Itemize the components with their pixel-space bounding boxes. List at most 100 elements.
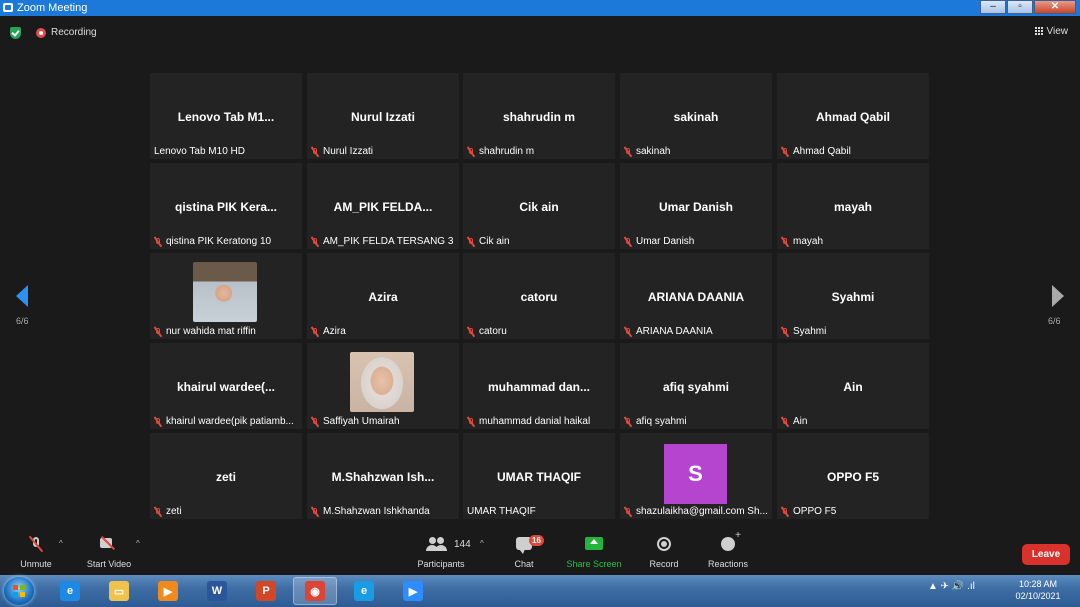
muted-mic-icon <box>467 417 475 427</box>
muted-mic-icon <box>624 507 632 517</box>
powerpoint-icon: P <box>256 581 276 601</box>
reactions-icon <box>721 530 741 551</box>
participant-tile[interactable]: muhammad dan... muhammad danial haikal <box>463 343 615 429</box>
participant-tile[interactable]: Sshazulaikha@gmail.com Sh... <box>620 433 772 519</box>
participant-tile[interactable]: AM_PIK FELDA... AM_PIK FELDA TERSANG 3 <box>307 163 459 249</box>
participant-tile[interactable]: afiq syahmi afiq syahmi <box>620 343 772 429</box>
participant-tile[interactable]: Saffiyah Umairah <box>307 343 459 429</box>
start-video-button[interactable]: Start Video <box>84 525 134 575</box>
muted-mic-icon <box>624 327 632 337</box>
record-icon <box>657 537 671 551</box>
taskbar-chrome-button[interactable]: ◉ <box>293 577 337 605</box>
participant-tile[interactable]: Azira Azira <box>307 253 459 339</box>
participant-display-name: Ain <box>843 380 863 394</box>
participant-tile[interactable]: sakinah sakinah <box>620 73 772 159</box>
participant-name-label: M.Shahzwan Ishkhanda <box>311 506 430 517</box>
participant-name-label: zeti <box>154 506 182 517</box>
taskbar-zoom-button[interactable]: ▶ <box>391 577 435 605</box>
taskbar-clock[interactable]: 10:28 AM 02/10/2021 <box>1008 578 1068 602</box>
maximize-button[interactable]: ▫ <box>1007 0 1033 14</box>
left-page-indicator: 6/6 <box>16 316 29 326</box>
participant-name-text: OPPO F5 <box>793 506 837 517</box>
muted-mic-icon <box>311 147 319 157</box>
participant-name-label: AM_PIK FELDA TERSANG 3 <box>311 236 453 247</box>
participant-name-label: mayah <box>781 236 823 247</box>
participants-button[interactable]: 144 Participants <box>414 525 471 575</box>
participant-display-name: Azira <box>368 290 398 304</box>
taskbar-ie-button[interactable]: e <box>48 577 92 605</box>
leave-button[interactable]: Leave <box>1022 544 1070 565</box>
participant-display-name: Ahmad Qabil <box>815 110 890 124</box>
participant-tile[interactable]: khairul wardee(... khairul wardee(pik pat… <box>150 343 302 429</box>
record-button[interactable]: Record <box>644 525 684 575</box>
muted-mic-icon <box>31 537 41 551</box>
reactions-button[interactable]: Reactions <box>704 525 752 575</box>
muted-mic-icon <box>781 327 789 337</box>
muted-mic-icon <box>781 417 789 427</box>
muted-mic-icon <box>781 237 789 247</box>
zoom-app-icon <box>3 3 13 12</box>
video-options-caret-icon[interactable]: ^ <box>136 539 140 548</box>
participant-name-text: catoru <box>479 326 507 337</box>
participant-tile[interactable]: mayah mayah <box>777 163 929 249</box>
participant-display-name: Cik ain <box>519 200 559 214</box>
unmute-button[interactable]: Unmute <box>14 525 58 575</box>
participant-tile[interactable]: qistina PIK Kera... qistina PIK Keratong … <box>150 163 302 249</box>
right-page-indicator: 6/6 <box>1048 316 1061 326</box>
participant-name-label: Lenovo Tab M10 HD <box>154 146 245 157</box>
participant-tile[interactable]: Syahmi Syahmi <box>777 253 929 339</box>
participant-tile[interactable]: Cik ain Cik ain <box>463 163 615 249</box>
participant-tile[interactable]: nur wahida mat riffin <box>150 253 302 339</box>
participant-tile[interactable]: Nurul Izzati Nurul Izzati <box>307 73 459 159</box>
participants-options-caret-icon[interactable]: ^ <box>480 539 484 548</box>
clock-date: 02/10/2021 <box>1015 591 1061 601</box>
participant-display-name: Syahmi <box>831 290 875 304</box>
participants-icon <box>425 537 446 551</box>
next-page-arrow-icon[interactable] <box>1052 285 1064 307</box>
participant-tile[interactable]: Ahmad Qabil Ahmad Qabil <box>777 73 929 159</box>
taskbar-powerpoint-button[interactable]: P <box>244 577 288 605</box>
muted-mic-icon <box>311 417 319 427</box>
participant-tile[interactable]: OPPO F5 OPPO F5 <box>777 433 929 519</box>
participant-tile[interactable]: catoru catoru <box>463 253 615 339</box>
participant-tile[interactable]: ARIANA DAANIA ARIANA DAANIA <box>620 253 772 339</box>
taskbar-explorer-button[interactable]: ▭ <box>97 577 141 605</box>
taskbar-media-player-button[interactable]: ▶ <box>146 577 190 605</box>
windows-taskbar: e ▭ ▶ W P ◉ e ▶ ▲ ✈ 🔊 .ıl 10:28 AM 02/10/2021 <box>0 575 1080 607</box>
window-controls: – ▫ ✕ <box>979 0 1076 14</box>
chat-button[interactable]: Chat <box>506 525 542 575</box>
participant-display-name: muhammad dan... <box>487 380 591 394</box>
taskbar-edge-button[interactable]: e <box>342 577 386 605</box>
participant-display-name: OPPO F5 <box>826 470 879 484</box>
participant-tile[interactable]: Lenovo Tab M1... Lenovo Tab M10 HD <box>150 73 302 159</box>
participant-name-label: qistina PIK Keratong 10 <box>154 236 271 247</box>
participant-tile[interactable]: zeti zeti <box>150 433 302 519</box>
participant-name-text: UMAR THAQIF <box>467 506 536 517</box>
chat-label: Chat <box>514 559 534 569</box>
participant-display-name: Nurul Izzati <box>350 110 415 124</box>
participant-name-text: zeti <box>166 506 182 517</box>
system-tray[interactable]: ▲ ✈ 🔊 .ıl <box>928 581 975 592</box>
grid-view-icon <box>1034 27 1043 35</box>
audio-options-caret-icon[interactable]: ^ <box>59 539 63 548</box>
participant-tile[interactable]: shahrudin m shahrudin m <box>463 73 615 159</box>
share-screen-button[interactable]: Share Screen <box>564 525 624 575</box>
participant-name-label: shahrudin m <box>467 146 534 157</box>
participant-tile[interactable]: M.Shahzwan Ish... M.Shahzwan Ishkhanda <box>307 433 459 519</box>
start-button-windows-icon[interactable] <box>4 577 34 605</box>
minimize-button[interactable]: – <box>980 0 1006 14</box>
participant-name-label: nur wahida mat riffin <box>154 326 256 337</box>
participant-tile[interactable]: UMAR THAQIF UMAR THAQIF <box>463 433 615 519</box>
participant-tile[interactable]: Ain Ain <box>777 343 929 429</box>
close-button[interactable]: ✕ <box>1034 0 1076 14</box>
participants-label: Participants <box>417 559 465 569</box>
video-off-icon <box>100 537 118 549</box>
security-shield-icon[interactable] <box>10 27 21 39</box>
taskbar-word-button[interactable]: W <box>195 577 239 605</box>
participant-name-text: afiq syahmi <box>636 416 687 427</box>
previous-page-arrow-icon[interactable] <box>16 285 28 307</box>
participant-tile[interactable]: Umar Danish Umar Danish <box>620 163 772 249</box>
view-button[interactable]: View <box>1034 26 1068 37</box>
participant-name-label: Azira <box>311 326 346 337</box>
participant-name-label: afiq syahmi <box>624 416 687 427</box>
